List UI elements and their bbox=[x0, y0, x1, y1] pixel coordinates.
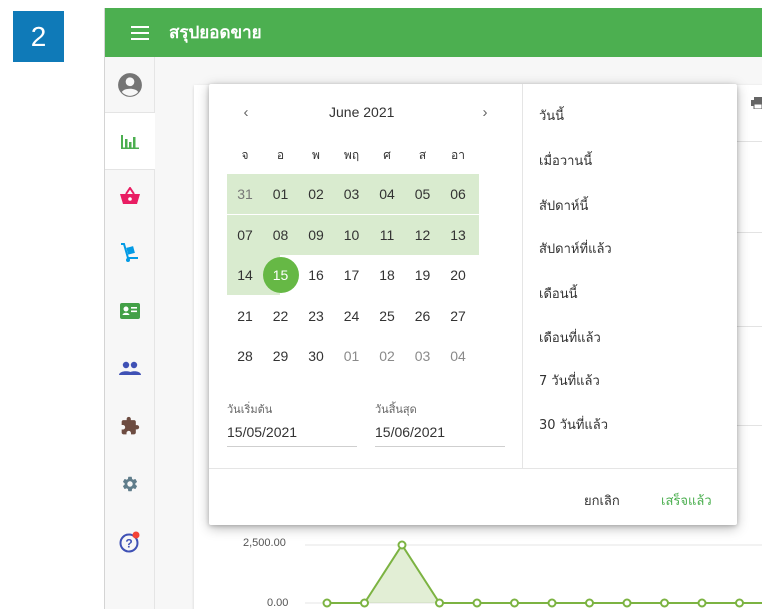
preset-last-week[interactable]: สัปดาห์ที่แล้ว bbox=[539, 238, 612, 259]
divider bbox=[209, 468, 737, 469]
calendar-month-label: June 2021 bbox=[329, 104, 395, 120]
calendar-day[interactable]: 06 bbox=[440, 176, 476, 212]
calendar-day[interactable]: 28 bbox=[227, 338, 263, 374]
hand-truck-icon bbox=[121, 243, 138, 262]
contact-card-icon bbox=[120, 303, 140, 319]
puzzle-icon bbox=[121, 416, 140, 435]
calendar-day[interactable]: 04 bbox=[440, 338, 476, 374]
preset-last-7-days[interactable]: 7 วันที่แล้ว bbox=[539, 370, 600, 391]
calendar-day[interactable]: 01 bbox=[334, 338, 370, 374]
calendar-day[interactable]: 20 bbox=[440, 257, 476, 293]
sidebar-item-sales[interactable] bbox=[105, 176, 155, 216]
calendar-day[interactable]: 02 bbox=[298, 176, 334, 212]
calendar-header: ‹ June 2021 › bbox=[209, 102, 522, 124]
calendar-day[interactable]: 19 bbox=[405, 257, 441, 293]
calendar-day[interactable]: 14 bbox=[227, 257, 263, 293]
bar-chart-icon bbox=[121, 135, 139, 149]
shopping-basket-icon bbox=[120, 187, 140, 204]
calendar-day[interactable]: 10 bbox=[334, 217, 370, 253]
calendar-day[interactable]: 08 bbox=[263, 217, 299, 253]
calendar-day[interactable]: 03 bbox=[334, 176, 370, 212]
end-date-value[interactable]: 15/06/2021 bbox=[375, 424, 505, 447]
calendar-day[interactable]: 21 bbox=[227, 298, 263, 334]
calendar-day[interactable]: 18 bbox=[369, 257, 405, 293]
weekday-label: พ bbox=[312, 148, 320, 162]
calendar-day[interactable]: 04 bbox=[369, 176, 405, 212]
sidebar-item-plugins[interactable] bbox=[105, 406, 155, 446]
weekday-label: อ bbox=[276, 148, 285, 162]
weekday-label: พฤ bbox=[343, 148, 360, 162]
calendar-day[interactable]: 30 bbox=[298, 338, 334, 374]
next-month-button[interactable]: › bbox=[475, 104, 495, 121]
prev-month-button[interactable]: ‹ bbox=[236, 104, 256, 121]
calendar-day[interactable]: 24 bbox=[334, 298, 370, 334]
sidebar-item-user[interactable] bbox=[105, 65, 155, 105]
calendar-day[interactable]: 31 bbox=[227, 176, 263, 212]
sidebar-item-members[interactable] bbox=[105, 291, 155, 331]
preset-this-month[interactable]: เดือนนี้ bbox=[539, 283, 577, 304]
calendar-day-selected[interactable]: 15 bbox=[262, 257, 299, 293]
weekday-label: จ bbox=[241, 148, 249, 162]
divider bbox=[522, 84, 523, 468]
menu-icon[interactable] bbox=[131, 25, 149, 40]
end-date-field[interactable]: วันสิ้นสุด 15/06/2021 bbox=[375, 400, 505, 447]
notification-dot bbox=[132, 531, 140, 539]
weekday-label: ส bbox=[418, 148, 427, 162]
start-date-value[interactable]: 15/05/2021 bbox=[227, 424, 357, 447]
account-circle-icon bbox=[118, 73, 142, 97]
preset-this-week[interactable]: สัปดาห์นี้ bbox=[539, 195, 588, 216]
calendar-day[interactable]: 25 bbox=[369, 298, 405, 334]
preset-last-month[interactable]: เดือนที่แล้ว bbox=[539, 327, 601, 348]
calendar-day[interactable]: 23 bbox=[298, 298, 334, 334]
calendar-day[interactable]: 26 bbox=[405, 298, 441, 334]
gear-icon bbox=[122, 476, 138, 492]
calendar-day[interactable]: 01 bbox=[263, 176, 299, 212]
step-number-badge: 2 bbox=[13, 11, 64, 62]
end-date-label: วันสิ้นสุด bbox=[375, 403, 417, 416]
calendar-day[interactable]: 22 bbox=[263, 298, 299, 334]
calendar-day[interactable]: 16 bbox=[298, 257, 334, 293]
cancel-button[interactable]: ยกเลิก bbox=[584, 490, 620, 511]
help-icon: ? bbox=[119, 531, 140, 553]
calendar-day[interactable]: 17 bbox=[334, 257, 370, 293]
calendar-day[interactable]: 29 bbox=[263, 338, 299, 374]
calendar-day[interactable]: 13 bbox=[440, 217, 476, 253]
preset-last-30-days[interactable]: 30 วันที่แล้ว bbox=[539, 414, 608, 435]
svg-text:?: ? bbox=[125, 537, 132, 551]
calendar-day[interactable]: 02 bbox=[369, 338, 405, 374]
sidebar-item-users[interactable] bbox=[105, 348, 155, 388]
weekday-label: ศ bbox=[383, 148, 391, 162]
start-date-field[interactable]: วันเริ่มต้น 15/05/2021 bbox=[227, 400, 357, 447]
calendar-day[interactable]: 09 bbox=[298, 217, 334, 253]
date-range-picker: ‹ June 2021 › จอพพฤศสอา 31 01 02 03 04 05 06 07… bbox=[209, 84, 737, 525]
calendar-day[interactable]: 07 bbox=[227, 217, 263, 253]
sidebar-item-settings[interactable] bbox=[105, 464, 155, 504]
done-button[interactable]: เสร็จแล้ว bbox=[661, 490, 712, 511]
calendar-day[interactable]: 05 bbox=[405, 176, 441, 212]
sidebar-item-reports[interactable] bbox=[105, 112, 155, 170]
page-title: สรุปยอดขาย bbox=[169, 23, 262, 43]
calendar-day[interactable]: 27 bbox=[440, 298, 476, 334]
calendar-day[interactable]: 11 bbox=[369, 217, 405, 253]
people-icon bbox=[119, 361, 141, 375]
print-icon[interactable] bbox=[751, 97, 762, 109]
calendar-day[interactable]: 12 bbox=[405, 217, 441, 253]
weekday-label: อา bbox=[451, 148, 465, 162]
preset-today[interactable]: วันนี้ bbox=[539, 105, 564, 126]
preset-yesterday[interactable]: เมื่อวานนี้ bbox=[539, 150, 592, 171]
sidebar-item-help[interactable]: ? bbox=[105, 522, 155, 562]
sidebar-item-delivery[interactable] bbox=[105, 233, 155, 273]
top-app-bar: สรุปยอดขาย bbox=[105, 8, 762, 57]
calendar-day[interactable]: 03 bbox=[405, 338, 441, 374]
sidebar: ? bbox=[105, 57, 155, 609]
start-date-label: วันเริ่มต้น bbox=[227, 403, 273, 416]
